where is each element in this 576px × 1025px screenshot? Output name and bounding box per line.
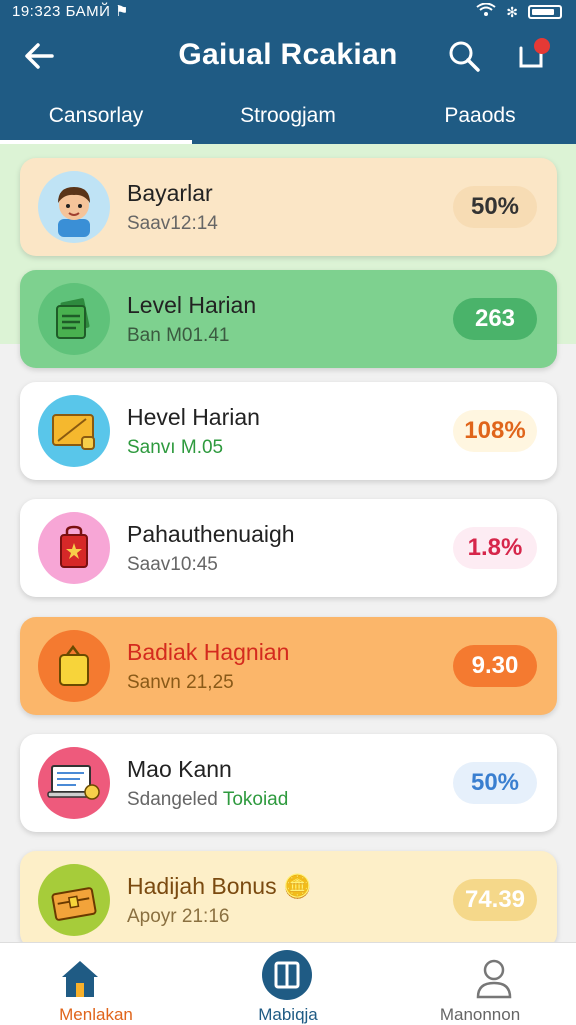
card-subtitle: Ban M01.41 xyxy=(127,325,230,346)
search-icon[interactable] xyxy=(446,38,482,74)
home-icon xyxy=(62,961,98,997)
list-item[interactable]: Level Harian Ban M01.41 263 xyxy=(20,270,557,368)
tab-bar: Cansorlay Stroogjam Paaods xyxy=(0,92,576,144)
card-title: Pahauthenuaigh xyxy=(127,521,295,547)
card-subtitle: Saav10:45 xyxy=(127,554,218,575)
tab-stroogjam[interactable]: Stroogjam xyxy=(192,92,384,144)
list-item[interactable]: Hadijah Bonus 🪙 Apoyr 21:16 74.39 xyxy=(20,851,557,949)
card-value: 108% xyxy=(453,410,537,452)
card-value: 50% xyxy=(453,186,537,228)
nav-item-profile[interactable]: Manonnon xyxy=(384,943,576,1025)
card-title: Hevel Harian xyxy=(127,404,260,430)
wifi-icon xyxy=(476,2,496,21)
list-item[interactable]: Badiak Hagnian Sanvn 21,25 9.30 xyxy=(20,617,557,715)
nav-label: Mabiqja xyxy=(258,1005,318,1024)
list-item[interactable]: Mao Kann Sdangeled Tokoiad 50% xyxy=(20,734,557,832)
list-item[interactable]: Bayarlar Saav12:14 50% xyxy=(20,158,557,256)
card-title: Badiak Hagnian xyxy=(127,639,290,665)
bottom-nav: Menlakan Mabiqja Manonnon xyxy=(0,942,576,1025)
page-title: Gaiual Rcakian xyxy=(178,38,398,71)
card-subtitle: Saav12:14 xyxy=(127,213,218,234)
notification-badge xyxy=(534,38,550,54)
bluetooth-icon: ✻ xyxy=(506,3,518,20)
list-item[interactable]: Pahauthenuaigh Saav10:45 1.8% xyxy=(20,499,557,597)
card-subtitle: Sdangeled Tokoiad xyxy=(127,789,289,810)
card-value: 1.8% xyxy=(453,527,537,569)
card-title: Bayarlar xyxy=(127,180,213,206)
coin-emoji-icon: 🪙 xyxy=(283,873,312,899)
nav-item-home[interactable]: Menlakan xyxy=(0,943,192,1025)
tab-cansorlay[interactable]: Cansorlay xyxy=(0,92,192,144)
status-bar: 19:323 БАМЙ ⚑ ✻ xyxy=(0,0,576,24)
red-bag-icon xyxy=(38,512,110,584)
cash-stack-icon xyxy=(38,283,110,355)
card-value: 74.39 xyxy=(453,879,537,921)
card-subtitle: Apoyr 21:16 xyxy=(127,906,230,927)
status-time: 19:323 БАМЙ ⚑ xyxy=(12,3,129,20)
tablet-device-icon xyxy=(38,395,110,467)
nav-label: Manonnon xyxy=(439,1005,521,1024)
profile-icon xyxy=(476,959,512,999)
app-header: Gaiual Rcakian Cansorlay Stroogjam Paaod… xyxy=(0,24,576,144)
status-icons: ✻ xyxy=(476,2,562,21)
gold-bag-icon xyxy=(38,630,110,702)
nav-label: Menlakan xyxy=(59,1005,133,1024)
boy-avatar-icon xyxy=(38,171,110,243)
treasure-chest-icon xyxy=(38,864,110,936)
card-value: 9.30 xyxy=(453,645,537,687)
card-value: 50% xyxy=(453,762,537,804)
card-subtitle: Sanvn 21,25 xyxy=(127,672,234,693)
card-value: 263 xyxy=(453,298,537,340)
card-title: Level Harian xyxy=(127,292,257,318)
card-subtitle: Sanvı M.05 xyxy=(127,437,224,458)
tab-paaods[interactable]: Paaods xyxy=(384,92,576,144)
list-item[interactable]: Hevel Harian Sanvı M.05 108% xyxy=(20,382,557,480)
card-title: Hadijah Bonus 🪙 xyxy=(127,873,312,899)
battery-icon xyxy=(528,5,562,19)
nav-item-book[interactable]: Mabiqja xyxy=(192,943,384,1025)
card-title: Mao Kann xyxy=(127,756,232,782)
book-icon xyxy=(262,950,312,1000)
laptop-chat-icon xyxy=(38,747,110,819)
